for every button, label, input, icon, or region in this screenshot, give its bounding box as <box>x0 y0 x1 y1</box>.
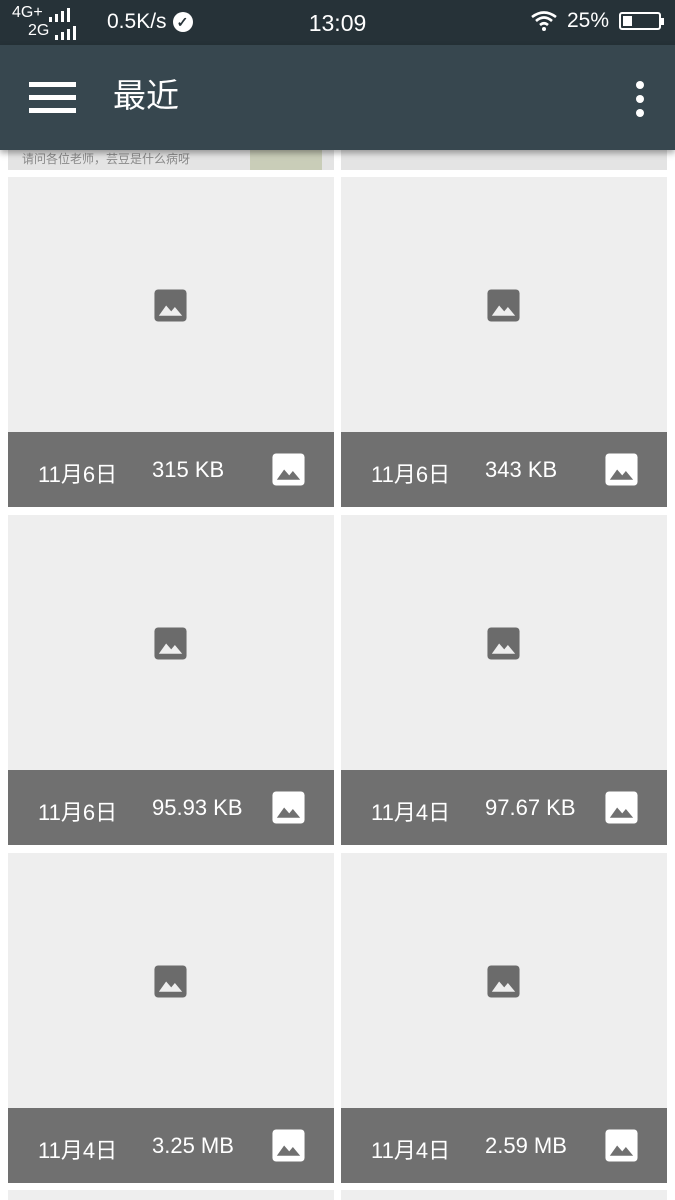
partial-list-item-left[interactable]: 请问各位老师，芸豆是什么病呀 <box>8 150 334 170</box>
next-card-peek-right[interactable] <box>341 1190 667 1200</box>
file-size: 95.93 KB <box>152 795 243 820</box>
file-size: 343 KB <box>485 457 558 482</box>
page-title: 最近 <box>113 76 179 115</box>
file-caption-bar: 11月6日 95.93 KB <box>8 770 334 845</box>
image-placeholder-icon <box>486 626 521 661</box>
battery-percent: 25% <box>566 9 609 32</box>
file-caption-bar: 11月4日 3.25 MB <box>8 1108 334 1183</box>
file-size: 97.67 KB <box>485 795 576 820</box>
file-date: 11月6日 <box>38 462 118 487</box>
file-caption-bar: 11月6日 315 KB <box>8 432 334 507</box>
hamburger-menu-icon[interactable] <box>29 82 77 114</box>
file-date: 11月6日 <box>371 462 451 487</box>
file-card[interactable]: 11月4日 3.25 MB <box>8 853 334 1183</box>
file-card[interactable]: 11月4日 97.67 KB <box>341 515 667 845</box>
more-vert-icon[interactable] <box>633 81 647 117</box>
file-size: 3.25 MB <box>152 1133 234 1158</box>
battery-level <box>623 16 632 26</box>
file-size: 315 KB <box>152 457 225 482</box>
image-icon <box>271 1128 306 1163</box>
wifi-icon <box>531 11 557 31</box>
image-icon <box>604 452 639 487</box>
image-icon <box>604 1128 639 1163</box>
image-placeholder-icon <box>153 288 188 323</box>
file-card[interactable]: 11月4日 2.59 MB <box>341 853 667 1183</box>
partial-item-thumbnail <box>250 150 322 170</box>
image-icon <box>604 790 639 825</box>
image-placeholder-icon <box>486 288 521 323</box>
file-caption-bar: 11月4日 2.59 MB <box>341 1108 667 1183</box>
battery-icon <box>619 12 664 30</box>
status-bar: 4G+ 2G 0.5K/s ✓ 13:09 25% <box>0 0 675 45</box>
file-card[interactable]: 11月6日 343 KB <box>341 177 667 507</box>
image-placeholder-icon <box>153 964 188 999</box>
file-date: 11月6日 <box>38 800 118 825</box>
app-bar: 最近 <box>0 45 675 150</box>
image-icon <box>271 790 306 825</box>
file-card[interactable]: 11月6日 315 KB <box>8 177 334 507</box>
file-date: 11月4日 <box>371 800 451 825</box>
image-icon <box>271 452 306 487</box>
image-placeholder-icon <box>486 964 521 999</box>
file-date: 11月4日 <box>371 1138 451 1163</box>
partial-item-text: 请问各位老师，芸豆是什么病呀 <box>22 152 191 166</box>
status-right: 25% <box>531 9 664 33</box>
file-caption-bar: 11月6日 343 KB <box>341 432 667 507</box>
file-date: 11月4日 <box>38 1138 118 1163</box>
next-card-peek-left[interactable] <box>8 1190 334 1200</box>
partial-list-item-right[interactable] <box>341 150 667 170</box>
file-caption-bar: 11月4日 97.67 KB <box>341 770 667 845</box>
file-card[interactable]: 11月6日 95.93 KB <box>8 515 334 845</box>
file-size: 2.59 MB <box>485 1133 567 1158</box>
image-placeholder-icon <box>153 626 188 661</box>
